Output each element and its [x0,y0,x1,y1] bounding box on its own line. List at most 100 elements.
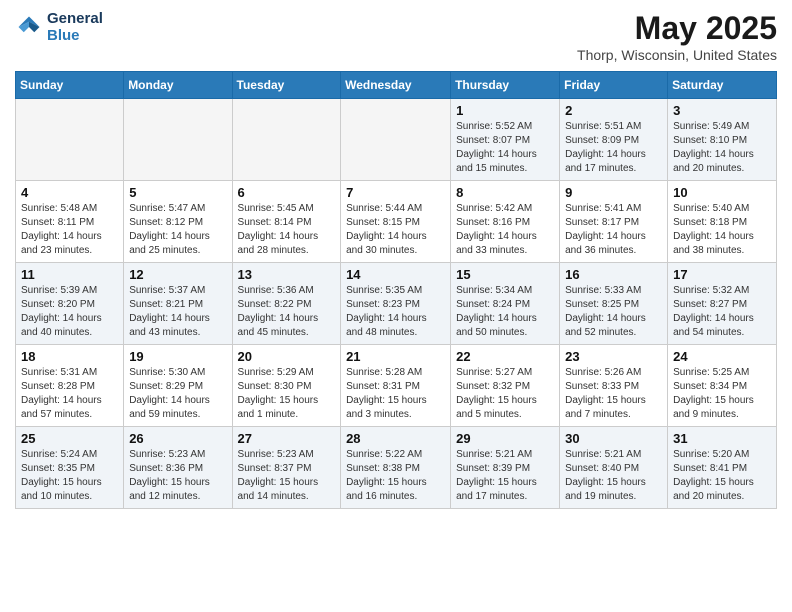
day-header-sunday: Sunday [16,72,124,99]
calendar-cell: 20 Sunrise: 5:29 AMSunset: 8:30 PMDayligh… [232,345,341,427]
day-info: Sunrise: 5:51 AMSunset: 8:09 PMDaylight:… [565,120,662,176]
day-info: Sunrise: 5:28 AMSunset: 8:31 PMDaylight:… [346,366,445,422]
day-info: Sunrise: 5:41 AMSunset: 8:17 PMDaylight:… [565,202,662,258]
calendar-cell: 30Sunrise: 5:21 AMSunset: 8:40 PMDayligh… [560,427,668,509]
calendar-cell: 28 Sunrise: 5:22 AMSunset: 8:38 PMDayligh… [341,427,451,509]
day-info: Sunrise: 5:27 AMSunset: 8:32 PMDaylight:… [456,366,554,422]
week-row-2: 11 Sunrise: 5:39 AMSunset: 8:20 PMDayligh… [16,263,777,345]
day-info: Sunrise: 5:26 AMSunset: 8:33 PMDaylight:… [565,366,662,422]
day-number: 9 [565,185,662,200]
day-info: Sunrise: 5:20 AMSunset: 8:41 PMDaylight:… [673,448,771,504]
day-number: 19 [129,349,226,364]
day-number: 24 [673,349,771,364]
title-block: May 2025 Thorp, Wisconsin, United States [577,10,777,63]
day-info: Sunrise: 5:29 AMSunset: 8:30 PMDaylight:… [238,366,336,422]
calendar-cell [341,99,451,181]
day-info: Sunrise: 5:23 AMSunset: 8:37 PMDaylight:… [238,448,336,504]
calendar-cell: 31 Sunrise: 5:20 AMSunset: 8:41 PMDayligh… [668,427,777,509]
calendar-cell: 23 Sunrise: 5:26 AMSunset: 8:33 PMDayligh… [560,345,668,427]
day-header-friday: Friday [560,72,668,99]
day-number: 18 [21,349,118,364]
calendar-cell: 8Sunrise: 5:42 AMSunset: 8:16 PMDaylight… [451,181,560,263]
day-info: Sunrise: 5:37 AMSunset: 8:21 PMDaylight:… [129,284,226,340]
day-number: 14 [346,267,445,282]
day-number: 7 [346,185,445,200]
day-number: 4 [21,185,118,200]
day-number: 12 [129,267,226,282]
calendar-cell: 17 Sunrise: 5:32 AMSunset: 8:27 PMDayligh… [668,263,777,345]
day-number: 21 [346,349,445,364]
day-info: Sunrise: 5:36 AMSunset: 8:22 PMDaylight:… [238,284,336,340]
calendar-cell: 9 Sunrise: 5:41 AMSunset: 8:17 PMDaylight… [560,181,668,263]
day-info: Sunrise: 5:48 AMSunset: 8:11 PMDaylight:… [21,202,118,258]
day-info: Sunrise: 5:30 AMSunset: 8:29 PMDaylight:… [129,366,226,422]
day-info: Sunrise: 5:32 AMSunset: 8:27 PMDaylight:… [673,284,771,340]
day-number: 23 [565,349,662,364]
day-number: 31 [673,431,771,446]
day-header-monday: Monday [124,72,232,99]
week-row-4: 25Sunrise: 5:24 AMSunset: 8:35 PMDayligh… [16,427,777,509]
calendar-cell: 7 Sunrise: 5:44 AMSunset: 8:15 PMDaylight… [341,181,451,263]
day-info: Sunrise: 5:25 AMSunset: 8:34 PMDaylight:… [673,366,771,422]
day-number: 27 [238,431,336,446]
day-number: 15 [456,267,554,282]
calendar-cell [16,99,124,181]
day-header-thursday: Thursday [451,72,560,99]
day-info: Sunrise: 5:21 AMSunset: 8:40 PMDaylight:… [565,448,662,504]
day-number: 25 [21,431,118,446]
day-info: Sunrise: 5:40 AMSunset: 8:18 PMDaylight:… [673,202,771,258]
calendar-cell: 14Sunrise: 5:35 AMSunset: 8:23 PMDayligh… [341,263,451,345]
day-info: Sunrise: 5:45 AMSunset: 8:14 PMDaylight:… [238,202,336,258]
day-info: Sunrise: 5:47 AMSunset: 8:12 PMDaylight:… [129,202,226,258]
day-info: Sunrise: 5:49 AMSunset: 8:10 PMDaylight:… [673,120,771,176]
calendar-cell: 19 Sunrise: 5:30 AMSunset: 8:29 PMDayligh… [124,345,232,427]
calendar-cell: 16Sunrise: 5:33 AMSunset: 8:25 PMDayligh… [560,263,668,345]
day-info: Sunrise: 5:39 AMSunset: 8:20 PMDaylight:… [21,284,118,340]
day-info: Sunrise: 5:23 AMSunset: 8:36 PMDaylight:… [129,448,226,504]
day-info: Sunrise: 5:52 AMSunset: 8:07 PMDaylight:… [456,120,554,176]
calendar-cell: 18 Sunrise: 5:31 AMSunset: 8:28 PMDayligh… [16,345,124,427]
calendar-cell: 22Sunrise: 5:27 AMSunset: 8:32 PMDayligh… [451,345,560,427]
day-number: 29 [456,431,554,446]
logo-text: General Blue [47,10,103,45]
calendar-cell: 15Sunrise: 5:34 AMSunset: 8:24 PMDayligh… [451,263,560,345]
logo: General Blue [15,10,103,45]
day-info: Sunrise: 5:44 AMSunset: 8:15 PMDaylight:… [346,202,445,258]
calendar-cell: 26 Sunrise: 5:23 AMSunset: 8:36 PMDayligh… [124,427,232,509]
page: General Blue May 2025 Thorp, Wisconsin, … [0,0,792,612]
calendar-cell: 12 Sunrise: 5:37 AMSunset: 8:21 PMDayligh… [124,263,232,345]
calendar-cell: 6 Sunrise: 5:45 AMSunset: 8:14 PMDaylight… [232,181,341,263]
day-header-wednesday: Wednesday [341,72,451,99]
calendar-cell: 27 Sunrise: 5:23 AMSunset: 8:37 PMDayligh… [232,427,341,509]
month-title: May 2025 [577,10,777,47]
calendar-cell: 13 Sunrise: 5:36 AMSunset: 8:22 PMDayligh… [232,263,341,345]
day-number: 3 [673,103,771,118]
day-number: 20 [238,349,336,364]
day-number: 6 [238,185,336,200]
day-number: 1 [456,103,554,118]
calendar-cell: 29Sunrise: 5:21 AMSunset: 8:39 PMDayligh… [451,427,560,509]
day-number: 28 [346,431,445,446]
day-number: 11 [21,267,118,282]
calendar-cell [124,99,232,181]
header: General Blue May 2025 Thorp, Wisconsin, … [15,10,777,63]
day-number: 26 [129,431,226,446]
week-row-1: 4 Sunrise: 5:48 AMSunset: 8:11 PMDaylight… [16,181,777,263]
calendar-cell: 2Sunrise: 5:51 AMSunset: 8:09 PMDaylight… [560,99,668,181]
week-row-0: 1 Sunrise: 5:52 AMSunset: 8:07 PMDaylight… [16,99,777,181]
day-info: Sunrise: 5:22 AMSunset: 8:38 PMDaylight:… [346,448,445,504]
day-number: 17 [673,267,771,282]
calendar-cell: 10 Sunrise: 5:40 AMSunset: 8:18 PMDayligh… [668,181,777,263]
calendar-cell [232,99,341,181]
calendar-cell: 24 Sunrise: 5:25 AMSunset: 8:34 PMDayligh… [668,345,777,427]
week-row-3: 18 Sunrise: 5:31 AMSunset: 8:28 PMDayligh… [16,345,777,427]
logo-icon [15,13,43,41]
calendar-cell: 4 Sunrise: 5:48 AMSunset: 8:11 PMDaylight… [16,181,124,263]
calendar-cell: 25Sunrise: 5:24 AMSunset: 8:35 PMDayligh… [16,427,124,509]
day-header-tuesday: Tuesday [232,72,341,99]
calendar-cell: 5Sunrise: 5:47 AMSunset: 8:12 PMDaylight… [124,181,232,263]
day-number: 13 [238,267,336,282]
day-number: 10 [673,185,771,200]
calendar-cell: 11 Sunrise: 5:39 AMSunset: 8:20 PMDayligh… [16,263,124,345]
day-info: Sunrise: 5:31 AMSunset: 8:28 PMDaylight:… [21,366,118,422]
